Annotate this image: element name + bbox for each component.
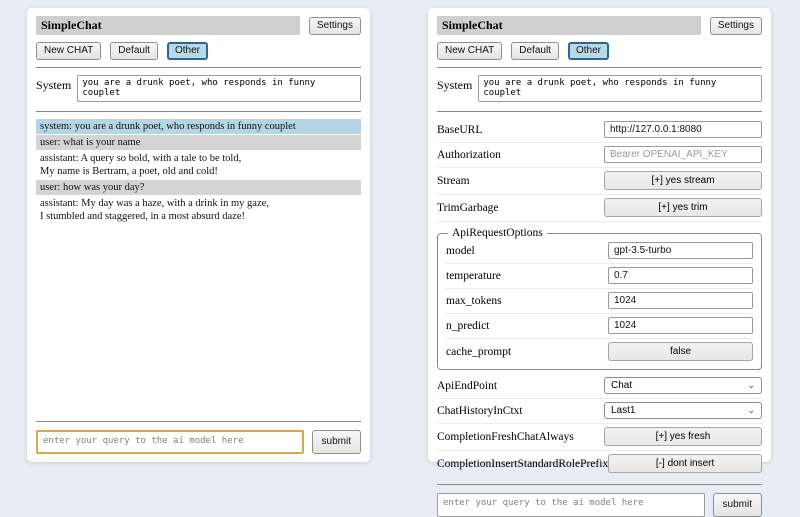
chathistoryinctxt-selected-value: Last1 [611,405,635,416]
new-chat-button[interactable]: New CHAT [36,42,101,60]
chat-panel: SimpleChat Settings New CHAT Default Oth… [27,8,370,462]
baseurl-input[interactable] [604,121,762,138]
system-prompt-row: System you are a drunk poet, who respond… [437,75,762,102]
divider [437,67,762,68]
session-row: New CHAT Default Other [36,42,361,60]
setting-label: model [446,245,475,257]
setting-label: temperature [446,270,501,282]
system-prompt-row: System you are a drunk poet, who respond… [36,75,361,102]
app-title: SimpleChat [437,16,701,35]
temperature-input[interactable] [608,267,753,284]
titlebar: SimpleChat Settings [36,16,361,35]
chat-message-assistant: assistant: My day was a haze, with a dri… [36,196,361,224]
chevron-down-icon: ⌄ [747,407,755,415]
setting-label: TrimGarbage [437,202,499,214]
page: SimpleChat Settings New CHAT Default Oth… [0,0,800,480]
chat-log: system: you are a drunk poet, who respon… [36,119,361,225]
trimgarbage-toggle-button[interactable]: [+] yes trim [604,198,762,217]
setting-label: max_tokens [446,295,502,307]
session-row: New CHAT Default Other [437,42,762,60]
setting-label: CompletionFreshChatAlways [437,431,574,443]
submit-button[interactable]: submit [713,493,762,517]
submit-button[interactable]: submit [312,430,361,454]
session-button-default[interactable]: Default [110,42,158,60]
query-input[interactable] [437,493,705,517]
setting-label: Stream [437,175,470,187]
session-button-default[interactable]: Default [511,42,559,60]
divider [437,111,762,112]
apiendpoint-selected-value: Chat [611,380,632,391]
setting-row-max-tokens: max_tokens [446,289,753,314]
setting-row-cache-prompt: cache_prompt false [446,339,753,365]
new-chat-button[interactable]: New CHAT [437,42,502,60]
query-row: submit [437,493,762,517]
setting-row-baseurl: BaseURL [437,118,762,143]
setting-row-stream: Stream [+] yes stream [437,168,762,195]
app-title: SimpleChat [36,16,300,35]
settings-panel: SimpleChat Settings New CHAT Default Oth… [428,8,771,462]
chat-message-user: user: what is your name [36,135,361,150]
max-tokens-input[interactable] [608,292,753,309]
chat-message-assistant: assistant: A query so bold, with a tale … [36,151,361,179]
stream-toggle-button[interactable]: [+] yes stream [604,171,762,190]
setting-label: cache_prompt [446,346,511,358]
setting-label: BaseURL [437,124,482,136]
setting-label: CompletionInsertStandardRolePrefix [437,458,608,470]
session-button-other[interactable]: Other [568,42,609,60]
setting-row-authorization: Authorization [437,143,762,168]
chat-message-user: user: how was your day? [36,180,361,195]
setting-row-n-predict: n_predict [446,314,753,339]
api-request-options-fieldset: ApiRequestOptions model temperature max_… [437,227,762,370]
setting-row-chathistoryinctxt: ChatHistoryInCtxt Last1 ⌄ [437,399,762,424]
system-prompt-label: System [437,75,472,93]
settings-list: BaseURL Authorization Stream [+] yes str… [437,118,762,478]
chevron-down-icon: ⌄ [747,382,755,390]
divider [437,484,762,485]
empty-space [36,225,361,415]
setting-row-completionfreshchatalways: CompletionFreshChatAlways [+] yes fresh [437,424,762,451]
completioninsertstandardroleprefix-toggle-button[interactable]: [-] dont insert [608,454,762,473]
setting-label: ChatHistoryInCtxt [437,405,523,417]
setting-row-temperature: temperature [446,264,753,289]
setting-label: n_predict [446,320,489,332]
setting-row-apiendpoint: ApiEndPoint Chat ⌄ [437,374,762,399]
setting-row-trimgarbage: TrimGarbage [+] yes trim [437,195,762,222]
setting-label: ApiEndPoint [437,380,497,392]
apiendpoint-select[interactable]: Chat ⌄ [604,377,762,394]
setting-row-completioninsertstandardroleprefix: CompletionInsertStandardRolePrefix [-] d… [437,451,762,478]
system-prompt-input[interactable]: you are a drunk poet, who responds in fu… [478,75,762,102]
settings-button[interactable]: Settings [309,17,361,35]
chathistoryinctxt-select[interactable]: Last1 ⌄ [604,402,762,419]
divider [36,67,361,68]
divider [36,111,361,112]
session-button-other[interactable]: Other [167,42,208,60]
settings-button[interactable]: Settings [710,17,762,35]
chat-message-system: system: you are a drunk poet, who respon… [36,119,361,134]
authorization-input[interactable] [604,146,762,163]
divider [36,421,361,422]
n-predict-input[interactable] [608,317,753,334]
cache-prompt-toggle-button[interactable]: false [608,342,753,361]
query-input[interactable] [36,430,304,454]
setting-row-model: model [446,239,753,264]
system-prompt-input[interactable]: you are a drunk poet, who responds in fu… [77,75,361,102]
setting-label: Authorization [437,149,501,161]
model-input[interactable] [608,242,753,259]
completionfreshchatalways-toggle-button[interactable]: [+] yes fresh [604,427,762,446]
titlebar: SimpleChat Settings [437,16,762,35]
system-prompt-label: System [36,75,71,93]
query-row: submit [36,430,361,454]
api-request-options-legend: ApiRequestOptions [448,227,547,239]
